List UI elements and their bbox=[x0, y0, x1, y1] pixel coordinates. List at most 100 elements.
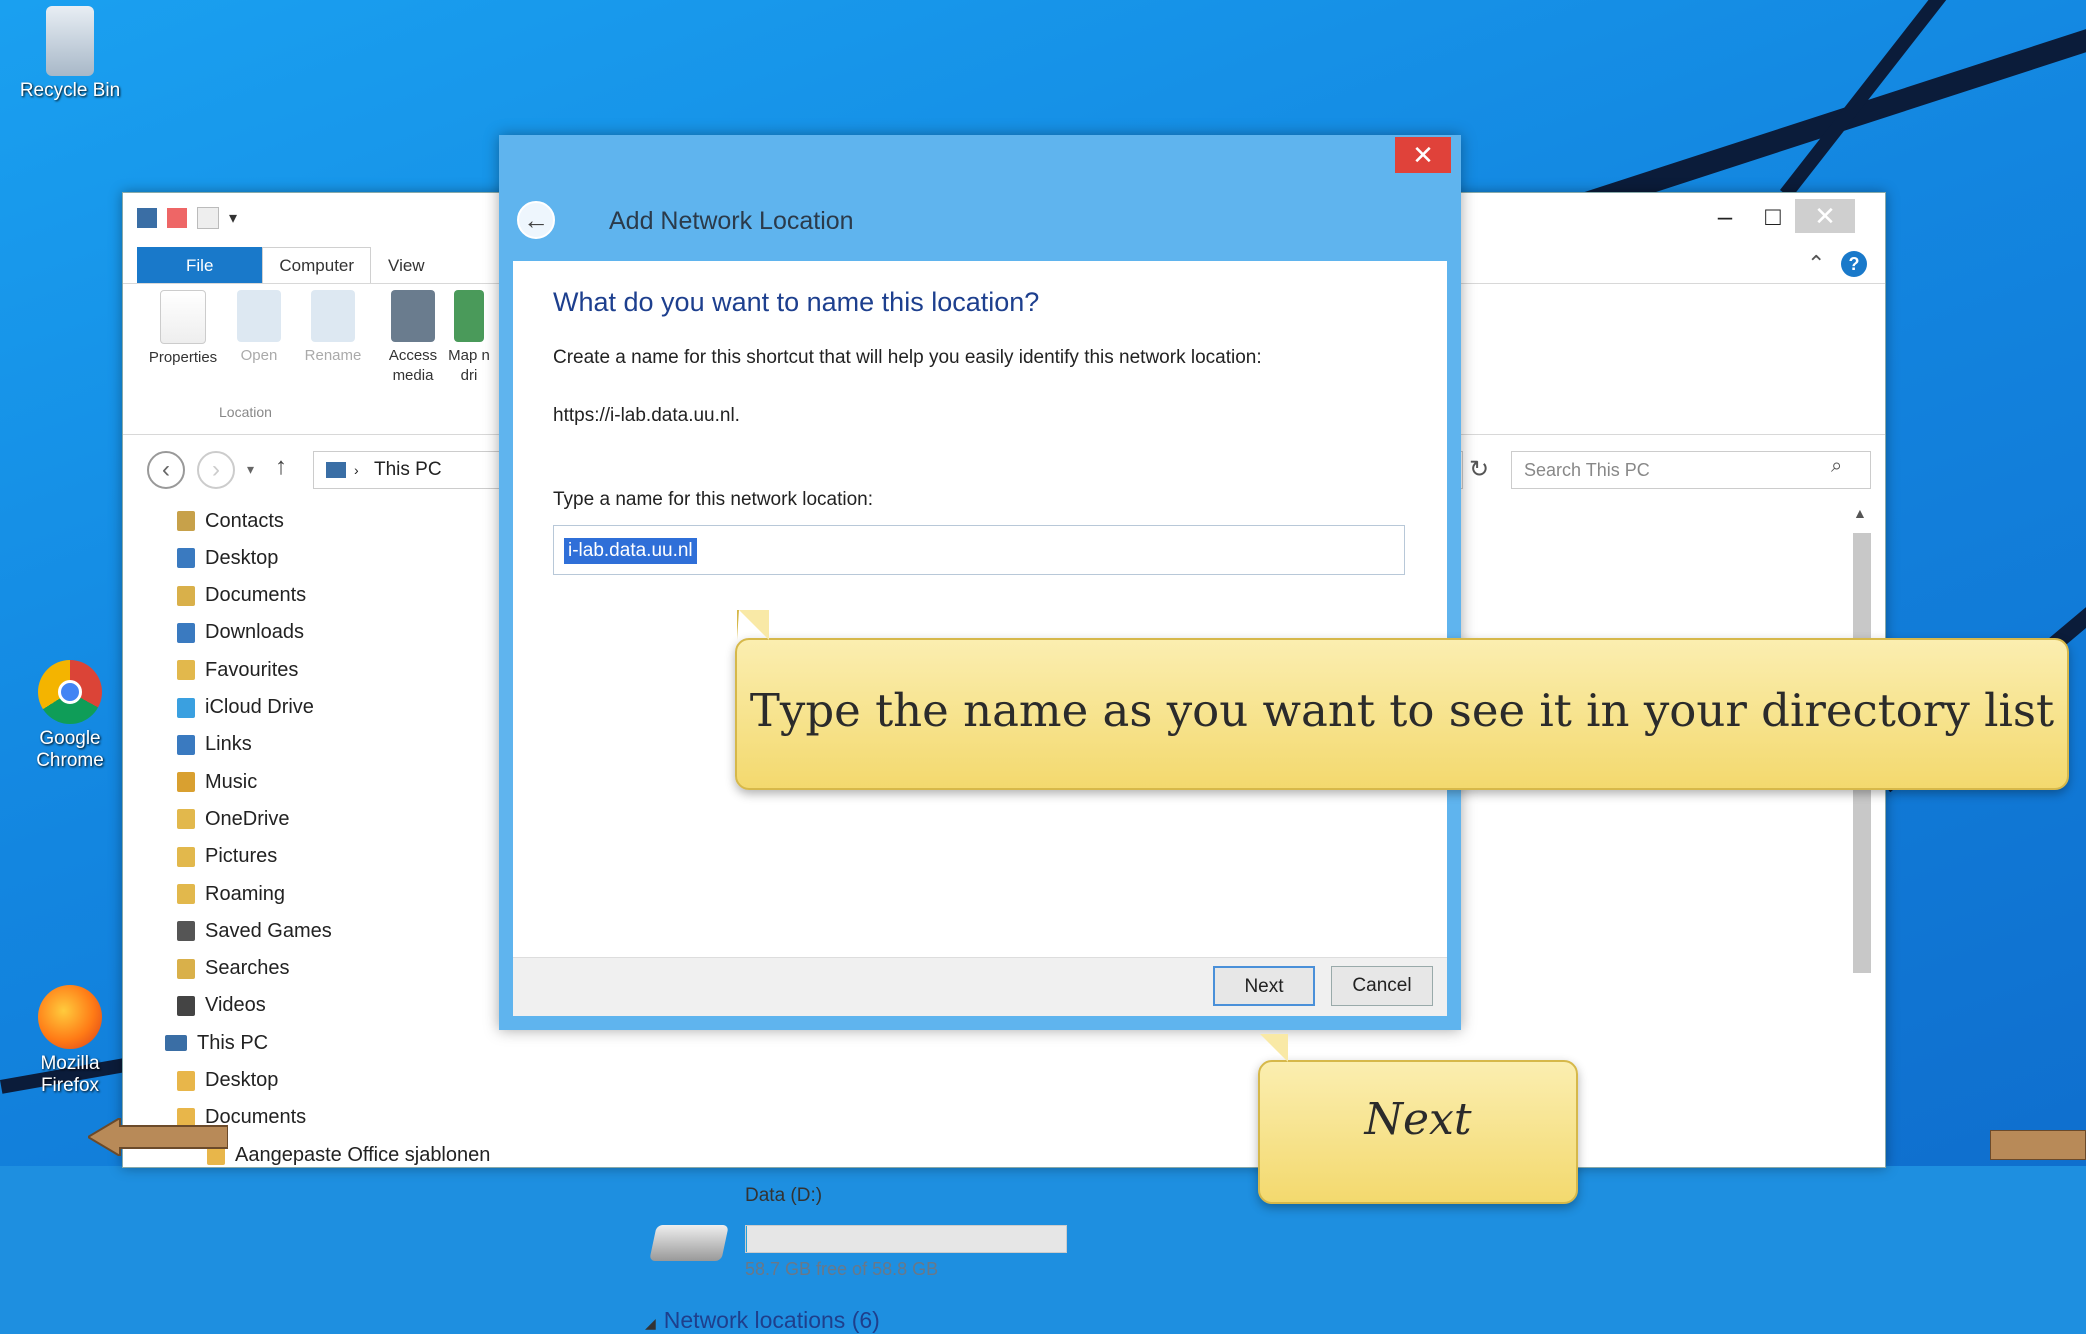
map-network-drive-button[interactable]: Map n dri bbox=[439, 290, 499, 386]
wallpaper-beam bbox=[1560, 8, 2086, 221]
folder-icon bbox=[177, 846, 195, 867]
nav-item-label: Music bbox=[205, 770, 258, 793]
folder-icon bbox=[177, 1070, 195, 1091]
nav-item-label: Saved Games bbox=[205, 919, 332, 942]
next-slide-arrow[interactable] bbox=[1990, 1130, 2086, 1160]
ribbon-tabs: File Computer View bbox=[137, 247, 442, 283]
recycle-bin-icon bbox=[46, 6, 94, 76]
nav-item-label: Links bbox=[205, 733, 252, 756]
properties-icon[interactable] bbox=[167, 208, 187, 228]
network-location-url: https://i-lab.data.uu.nl. bbox=[553, 405, 740, 426]
firefox-label: Mozilla Firefox bbox=[40, 1053, 100, 1096]
nav-item-label: OneDrive bbox=[205, 807, 290, 830]
chrome-label: Google Chrome bbox=[36, 728, 104, 771]
nav-item-label: Searches bbox=[205, 957, 290, 980]
network-locations-label: Network locations (6) bbox=[663, 1307, 880, 1333]
tab-file[interactable]: File bbox=[137, 247, 263, 283]
dialog-body: What do you want to name this location? … bbox=[513, 261, 1447, 957]
search-input[interactable]: Search This PC bbox=[1511, 451, 1871, 489]
drive-icon bbox=[649, 1225, 729, 1261]
folder-icon bbox=[177, 660, 195, 681]
drive-usage-fill bbox=[746, 1226, 747, 1252]
help-icon[interactable]: ? bbox=[1841, 251, 1867, 277]
recent-locations-icon[interactable]: ▾ bbox=[247, 461, 254, 478]
drive-d[interactable]: Data (D:) 58.7 GB free of 58.8 GB bbox=[649, 1185, 1093, 1281]
next-button[interactable]: Next bbox=[1213, 966, 1315, 1006]
folder-icon bbox=[177, 958, 195, 979]
quick-access-toolbar: ▾ bbox=[137, 207, 237, 229]
forward-button[interactable]: › bbox=[197, 451, 235, 489]
tab-computer[interactable]: Computer bbox=[262, 247, 372, 283]
new-folder-icon[interactable] bbox=[197, 207, 219, 229]
properties-button[interactable]: Properties bbox=[143, 290, 223, 368]
folder-icon bbox=[177, 585, 195, 606]
nav-item[interactable]: Desktop bbox=[177, 1063, 278, 1099]
nav-item[interactable]: Music bbox=[177, 764, 257, 800]
cancel-button[interactable]: Cancel bbox=[1331, 966, 1433, 1006]
nav-item-label: Downloads bbox=[205, 621, 304, 644]
nav-item[interactable]: Pictures bbox=[177, 839, 277, 875]
this-pc-label: This PC bbox=[197, 1031, 269, 1054]
nav-item[interactable]: Aangepaste Office sjablonen bbox=[207, 1137, 490, 1173]
instruction-callout: Type the name as you want to see it in y… bbox=[735, 610, 2069, 790]
nav-item-label: Pictures bbox=[205, 845, 278, 868]
location-name-input[interactable]: i-lab.data.uu.nl bbox=[553, 525, 1405, 575]
nav-item[interactable]: Links bbox=[177, 727, 252, 763]
next-callout: Next bbox=[1258, 1034, 1578, 1204]
media-icon bbox=[391, 290, 435, 342]
drive-name: Data (D:) bbox=[745, 1185, 823, 1206]
maximize-button[interactable]: □ bbox=[1743, 199, 1803, 233]
nav-item-label: Videos bbox=[205, 994, 266, 1017]
recycle-bin-label: Recycle Bin bbox=[19, 80, 121, 101]
network-locations-header[interactable]: ◢ Network locations (6) bbox=[645, 1307, 880, 1334]
back-button[interactable]: ‹ bbox=[147, 451, 185, 489]
name-input-label: Type a name for this network location: bbox=[553, 489, 873, 510]
open-icon bbox=[237, 290, 281, 342]
dialog-back-button[interactable]: ← bbox=[517, 201, 555, 239]
close-button[interactable]: ✕ bbox=[1795, 199, 1855, 233]
nav-item[interactable]: Documents bbox=[177, 578, 306, 614]
scroll-up-icon[interactable]: ▲ bbox=[1853, 505, 1867, 521]
tab-view[interactable]: View bbox=[371, 247, 442, 283]
nav-item[interactable]: Desktop bbox=[177, 540, 278, 576]
folder-icon bbox=[177, 921, 195, 942]
dialog-title: Add Network Location bbox=[609, 207, 854, 235]
location-name-value: i-lab.data.uu.nl bbox=[564, 538, 697, 564]
pc-icon bbox=[165, 1035, 187, 1052]
google-chrome-shortcut[interactable]: Google Chrome bbox=[15, 660, 125, 772]
nav-item[interactable]: iCloud Drive bbox=[177, 690, 314, 726]
nav-item-this-pc[interactable]: This PC bbox=[165, 1025, 268, 1061]
breadcrumb-this-pc[interactable]: This PC bbox=[374, 459, 442, 480]
mozilla-firefox-shortcut[interactable]: Mozilla Firefox bbox=[15, 985, 125, 1097]
map-drive-label: Map n dri bbox=[448, 347, 490, 384]
nav-item[interactable]: Searches bbox=[177, 951, 290, 987]
callout-pointer bbox=[737, 610, 769, 640]
previous-slide-arrow[interactable] bbox=[88, 1118, 228, 1156]
chevron-down-icon[interactable]: ▾ bbox=[229, 208, 237, 228]
nav-item-label: Roaming bbox=[205, 882, 286, 905]
nav-item-label: Desktop bbox=[205, 546, 279, 569]
rename-button[interactable]: Rename bbox=[293, 290, 373, 366]
folder-icon bbox=[177, 511, 195, 531]
open-label: Open bbox=[240, 347, 278, 364]
collapse-ribbon-icon[interactable]: ⌃ bbox=[1807, 251, 1825, 277]
nav-item[interactable]: Saved Games bbox=[177, 913, 332, 949]
instruction-text: Type the name as you want to see it in y… bbox=[749, 684, 2055, 737]
dialog-footer: Next Cancel bbox=[513, 957, 1447, 1016]
nav-item[interactable]: Roaming bbox=[177, 876, 285, 912]
nav-item-label: Documents bbox=[205, 584, 307, 607]
folder-icon bbox=[177, 622, 195, 643]
nav-item[interactable]: Contacts bbox=[177, 503, 284, 539]
recycle-bin-shortcut[interactable]: Recycle Bin bbox=[15, 6, 125, 102]
refresh-icon[interactable]: ↻ bbox=[1469, 455, 1489, 484]
nav-item[interactable]: Downloads bbox=[177, 615, 304, 651]
folder-icon bbox=[177, 697, 195, 718]
up-button[interactable]: ↑ bbox=[275, 453, 287, 481]
open-button[interactable]: Open bbox=[219, 290, 299, 366]
nav-item-label: Aangepaste Office sjablonen bbox=[235, 1143, 491, 1166]
folder-icon bbox=[177, 772, 195, 793]
nav-item[interactable]: Videos bbox=[177, 988, 266, 1024]
nav-item[interactable]: Favourites bbox=[177, 652, 298, 688]
nav-item[interactable]: OneDrive bbox=[177, 801, 289, 837]
dialog-close-button[interactable]: ✕ bbox=[1395, 137, 1451, 173]
